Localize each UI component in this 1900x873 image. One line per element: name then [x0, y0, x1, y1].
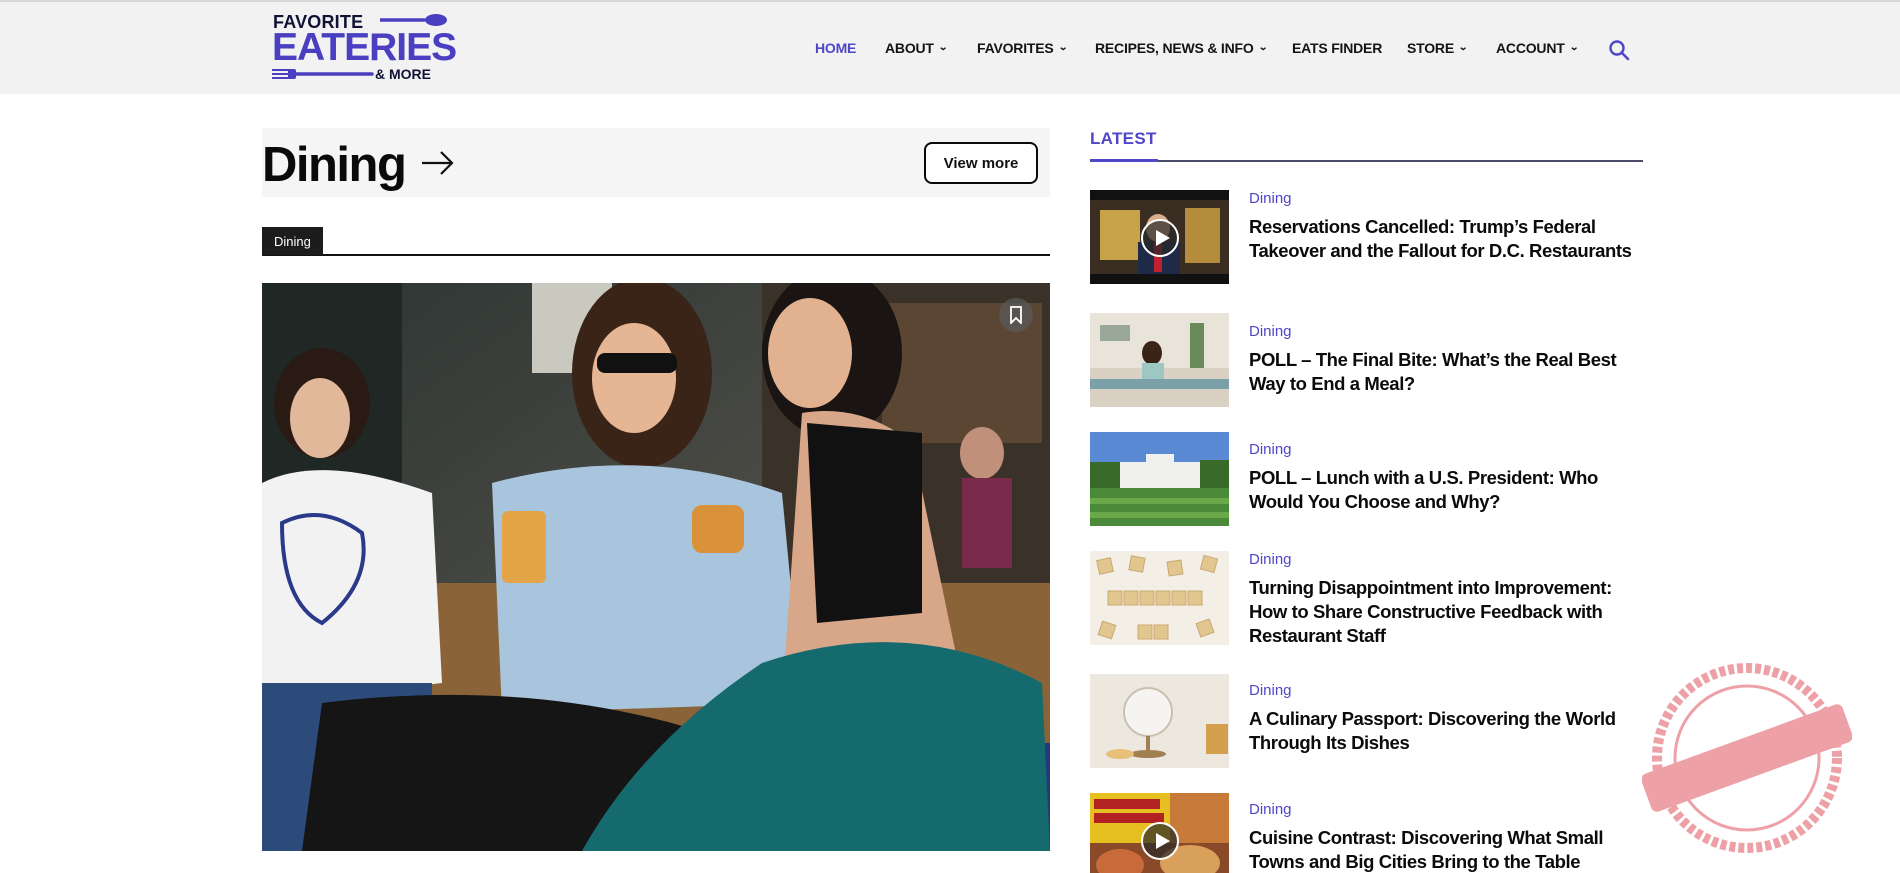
view-more-button[interactable]: View more: [924, 142, 1038, 184]
featured-image[interactable]: [262, 283, 1050, 851]
article-thumbnail[interactable]: [1090, 313, 1229, 407]
chevron-down-icon: ⌄: [1568, 41, 1579, 53]
chevron-down-icon: ⌄: [937, 41, 948, 53]
bookmark-button[interactable]: [999, 298, 1033, 332]
nav-item-account[interactable]: ACCOUNT ⌄: [1496, 40, 1579, 56]
nav-item-store[interactable]: STORE ⌄: [1407, 40, 1468, 56]
logo-line-3: & MORE: [375, 66, 431, 82]
article-category[interactable]: Dining: [1249, 551, 1292, 568]
latest-header: LATEST: [1090, 128, 1643, 162]
thumbnail-photo: [1090, 674, 1229, 768]
category-tag-row: Dining: [262, 227, 1050, 256]
chevron-down-icon: ⌄: [1458, 41, 1468, 53]
thumbnail-photo: [1090, 313, 1229, 407]
nav-item-recipes-news-info[interactable]: RECIPES, NEWS & INFO ⌄: [1095, 40, 1268, 56]
watermark-stamp: [1642, 663, 1852, 853]
article-thumbnail[interactable]: [1090, 674, 1229, 768]
article-category[interactable]: Dining: [1249, 801, 1292, 818]
fork-icon: [272, 69, 374, 79]
category-tag[interactable]: Dining: [262, 227, 323, 255]
article-thumbnail[interactable]: [1090, 190, 1229, 284]
play-icon[interactable]: [1141, 219, 1179, 257]
logo-line-2: EATERIES: [272, 26, 457, 69]
nav-item-eats-finder[interactable]: EATS FINDER: [1292, 40, 1382, 56]
spoon-icon: [380, 14, 447, 26]
article-title[interactable]: POLL – The Final Bite: What’s the Real B…: [1249, 348, 1647, 396]
play-icon[interactable]: [1141, 822, 1179, 860]
site-logo[interactable]: FAVORITE EATERIES & MORE: [272, 12, 457, 86]
article-title[interactable]: A Culinary Passport: Discovering the Wor…: [1249, 707, 1647, 755]
article-category[interactable]: Dining: [1249, 441, 1292, 458]
section-header: Dining View more: [262, 128, 1050, 197]
article-thumbnail[interactable]: [1090, 793, 1229, 873]
article-category[interactable]: Dining: [1249, 682, 1292, 699]
latest-label[interactable]: LATEST: [1090, 129, 1157, 149]
section-title[interactable]: Dining: [262, 137, 407, 193]
chevron-down-icon: ⌄: [1257, 41, 1268, 53]
featured-photo: [262, 283, 1050, 851]
article-title[interactable]: Turning Disappointment into Improvement:…: [1249, 576, 1647, 648]
article-thumbnail[interactable]: [1090, 551, 1229, 645]
nav-item-about[interactable]: ABOUT ⌄: [885, 40, 948, 56]
thumbnail-photo: [1090, 551, 1229, 645]
article-title[interactable]: Cuisine Contrast: Discovering What Small…: [1249, 826, 1647, 873]
arrow-right-icon[interactable]: [420, 148, 456, 178]
chevron-down-icon: ⌄: [1057, 41, 1068, 53]
latest-underline: [1090, 159, 1158, 162]
article-category[interactable]: Dining: [1249, 323, 1292, 340]
nav-item-favorites[interactable]: FAVORITES ⌄: [977, 40, 1068, 56]
thumbnail-photo: [1090, 432, 1229, 526]
article-title[interactable]: POLL – Lunch with a U.S. President: Who …: [1249, 466, 1647, 514]
article-category[interactable]: Dining: [1249, 190, 1292, 207]
article-title[interactable]: Reservations Cancelled: Trump’s Federal …: [1249, 215, 1647, 263]
nav-item-home[interactable]: HOME: [815, 40, 856, 56]
bookmark-icon: [1010, 306, 1022, 324]
search-icon[interactable]: [1607, 38, 1631, 62]
article-thumbnail[interactable]: [1090, 432, 1229, 526]
site-header: FAVORITE EATERIES & MORE HOME ABOUT ⌄ FAV…: [0, 0, 1900, 94]
